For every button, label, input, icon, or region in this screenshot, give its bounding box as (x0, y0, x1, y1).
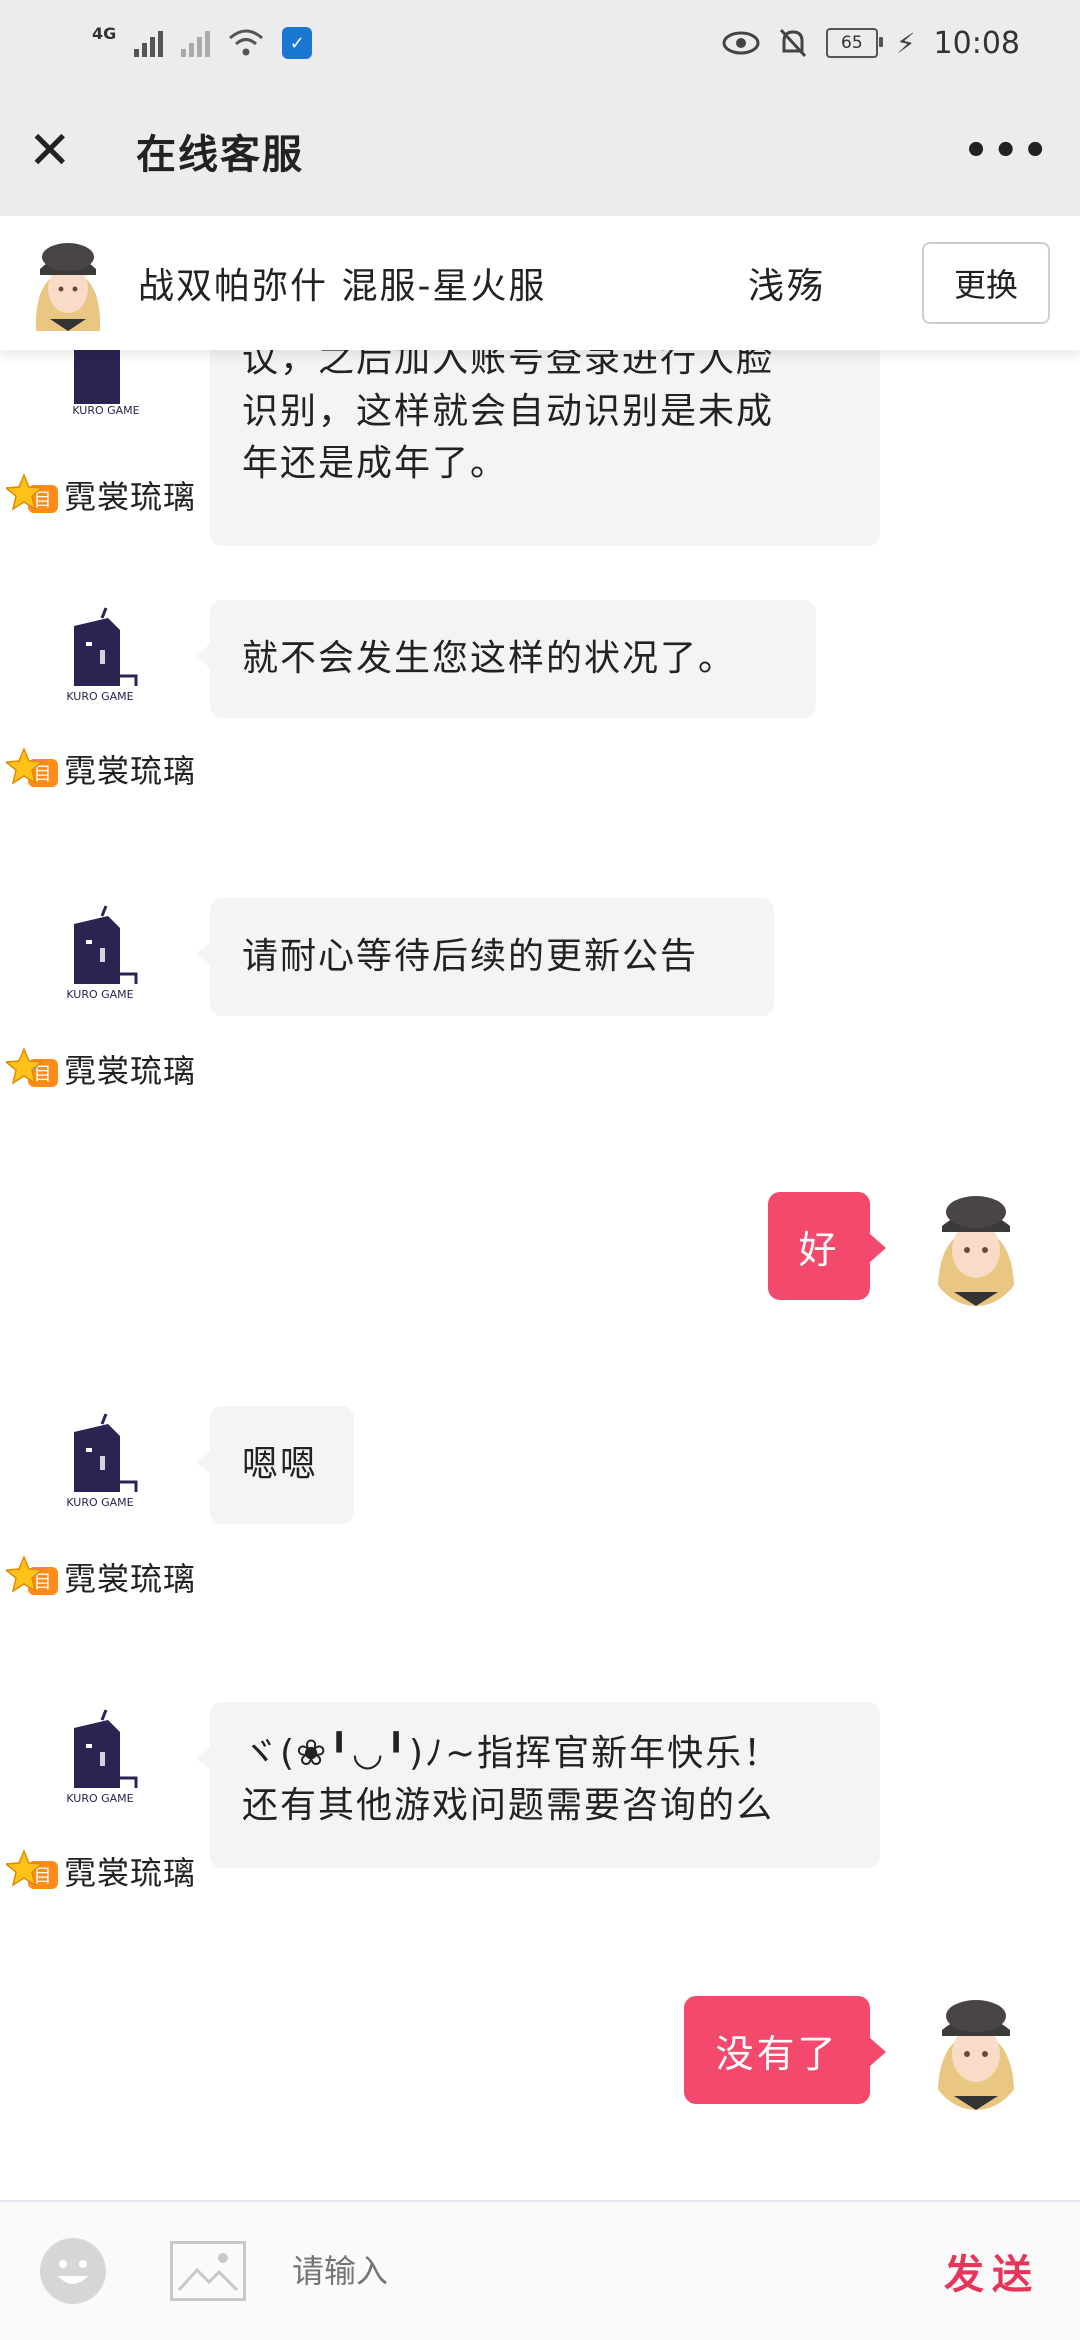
agent-message: 请耐心等待后续的更新公告 (196, 898, 774, 1016)
server-info: 战双帕弥什 混服-星火服 (138, 266, 547, 307)
message-line: ヾ(❀╹◡╹)ﾉ~指挥官新年快乐！ (242, 1733, 782, 1774)
signal-icon (134, 29, 164, 57)
signal-2-icon (181, 29, 211, 57)
chat-area[interactable]: KURO GAME 议，之后加入账号登录进行人脸 识别，这样就会自动识别是未成 … (0, 350, 1080, 2200)
agent-name-row: 目 霓裳琉璃 (6, 746, 196, 792)
agent-name: 霓裳琉璃 (64, 478, 197, 516)
battery-level: 65 (841, 33, 863, 53)
agent-message: 嗯嗯 (196, 1406, 354, 1524)
agent-name: 霓裳琉璃 (64, 1854, 197, 1892)
logo-text: KURO GAME (66, 690, 133, 702)
mute-bell-icon (779, 28, 806, 58)
agent-message: ヾ(❀╹◡╹)ﾉ~指挥官新年快乐！ 还有其他游戏问题需要咨询的么 (196, 1702, 880, 1868)
agent-name-row: 目 霓裳琉璃 (6, 1046, 196, 1092)
kuro-game-logo: KURO GAME (62, 606, 150, 703)
vip-star-icon: 目 (6, 747, 58, 787)
message-line: 识别，这样就会自动识别是未成 (242, 391, 775, 432)
message-line: 议，之后加入账号登录进行人脸 (242, 350, 775, 380)
close-icon[interactable]: ✕ (28, 125, 98, 177)
clock: 10:08 (933, 25, 1020, 61)
vip-star-icon: 目 (6, 473, 58, 513)
user-message: 好 (768, 1192, 886, 1300)
avatar (26, 235, 110, 331)
user-message: 没有了 (684, 1996, 886, 2104)
vip-star-icon: 目 (6, 1849, 58, 1889)
vip-star-icon: 目 (6, 1047, 58, 1087)
message-line: 就不会发生您这样的状况了。 (242, 638, 737, 679)
agent-name-row: 目 霓裳琉璃 (6, 1554, 196, 1600)
agent-name: 霓裳琉璃 (64, 752, 197, 790)
more-icon[interactable]: ••• (963, 128, 1052, 174)
shield-icon: ✓ (282, 27, 313, 59)
send-button[interactable]: 发送 (944, 2242, 1040, 2300)
kuro-game-logo: KURO GAME (62, 1412, 150, 1509)
network-type: 4G (92, 23, 117, 43)
kuro-game-logo: KURO GAME (62, 1708, 150, 1805)
emoji-icon[interactable] (40, 2238, 106, 2304)
image-icon[interactable] (170, 2241, 246, 2301)
role-name: 浅殇 (747, 266, 826, 307)
agent-message: 议，之后加入账号登录进行人脸 识别，这样就会自动识别是未成 年还是成年了。 (210, 350, 880, 546)
agent-message: 就不会发生您这样的状况了。 (196, 600, 816, 718)
message-line: 还有其他游戏问题需要咨询的么 (242, 1785, 775, 1826)
logo-text: KURO GAME (72, 404, 139, 416)
message-line: 年还是成年了。 (242, 443, 509, 484)
vip-star-icon: 目 (6, 1555, 58, 1595)
logo-text: KURO GAME (66, 988, 133, 1000)
status-bar: 4G ✓ 65 ⚡ 10:08 (0, 0, 1080, 86)
input-bar: 发送 (0, 2200, 1080, 2340)
user-avatar (926, 1188, 1026, 1306)
agent-name: 霓裳琉璃 (64, 1052, 197, 1090)
agent-name-row: 目 霓裳琉璃 (6, 472, 196, 518)
battery-icon: 65 (825, 28, 883, 58)
user-avatar (926, 1992, 1026, 2110)
wifi-icon (229, 29, 264, 56)
kuro-game-logo: KURO GAME (62, 904, 150, 1001)
charging-icon: ⚡ (895, 26, 916, 60)
logo-text: KURO GAME (66, 1496, 133, 1508)
title-bar: ✕ 在线客服 ••• (0, 86, 1080, 216)
change-account-button[interactable]: 更换 (922, 242, 1050, 324)
kuro-game-logo: KURO GAME (62, 350, 150, 417)
message-line: 请耐心等待后续的更新公告 (242, 936, 699, 977)
eye-icon (722, 31, 760, 55)
account-bar: 战双帕弥什 混服-星火服 浅殇 更换 (0, 216, 1080, 350)
message-input[interactable] (290, 2251, 814, 2291)
agent-name: 霓裳琉璃 (64, 1560, 197, 1598)
page-title: 在线客服 (136, 132, 304, 178)
agent-name-row: 目 霓裳琉璃 (6, 1848, 196, 1894)
message-line: 嗯嗯 (242, 1444, 319, 1485)
logo-text: KURO GAME (66, 1792, 133, 1804)
